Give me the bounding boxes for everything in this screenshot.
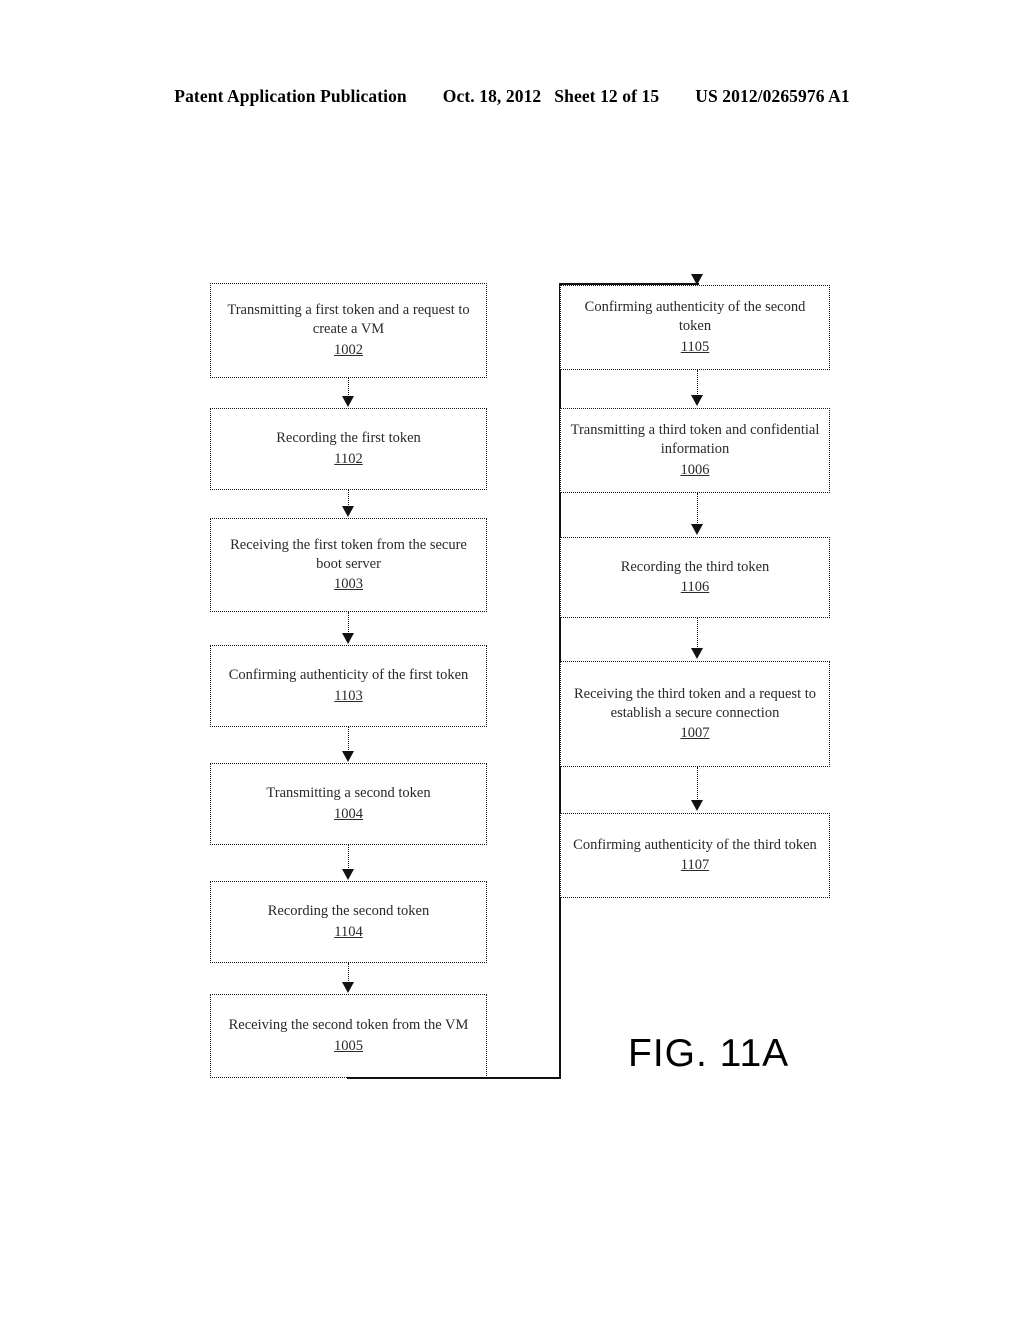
flow-node-1002: Transmitting a first token and a request…: [210, 283, 487, 378]
connector-1002-to-1102: [348, 378, 349, 397]
arrowhead-1104: [342, 869, 354, 880]
arrowhead-1005: [342, 982, 354, 993]
flow-node-1103: Confirming authenticity of the first tok…: [210, 645, 487, 727]
arrowhead-1006: [691, 395, 703, 406]
connector-1106-to-1007: [697, 618, 698, 649]
flow-node-1105: Confirming authenticity of the second to…: [560, 285, 830, 370]
flow-node-1004-ref: 1004: [334, 805, 363, 822]
flow-node-1106-text: Recording the third token: [620, 558, 770, 575]
connector-1006-to-1106: [697, 493, 698, 525]
flow-node-1103-ref: 1103: [334, 687, 363, 704]
flow-node-1004-text: Transmitting a second token: [266, 785, 431, 802]
flow-node-1104-ref: 1104: [334, 923, 363, 940]
flow-node-1106-ref: 1106: [680, 579, 710, 595]
flow-node-1006-text: Transmitting a third token and confident…: [570, 422, 820, 458]
flow-node-1103-text: Confirming authenticity of the first tok…: [228, 667, 469, 684]
connector-1102-to-1003: [348, 490, 349, 507]
flow-node-1007-ref: 1007: [680, 725, 710, 742]
flow-node-1107: Confirming authenticity of the third tok…: [560, 813, 830, 898]
flow-node-1004: Transmitting a second token 1004: [210, 763, 487, 845]
flow-node-1006-ref: 1006: [680, 461, 710, 478]
flowchart-diagram: Transmitting a first token and a request…: [0, 0, 1024, 1320]
connector-1004-to-1104: [348, 845, 349, 870]
flow-node-1102-ref: 1102: [334, 450, 363, 467]
flow-node-1007-text: Receiving the third token and a request …: [574, 685, 816, 721]
flow-node-1005-ref: 1005: [334, 1037, 363, 1054]
figure-label: FIG. 11A: [628, 1032, 790, 1075]
flow-node-1007: Receiving the third token and a request …: [560, 661, 830, 767]
connector-1007-to-1107: [697, 767, 698, 801]
arrowhead-1007: [691, 648, 703, 659]
flow-node-1104: Recording the second token 1104: [210, 881, 487, 963]
flow-node-1003: Receiving the first token from the secur…: [210, 518, 487, 612]
connector-1105-to-1006: [697, 370, 698, 396]
arrowhead-1102: [342, 396, 354, 407]
flow-node-1105-ref: 1105: [680, 338, 710, 355]
connector-1103-to-1004: [348, 727, 349, 752]
flow-node-1107-text: Confirming authenticity of the third tok…: [573, 836, 817, 853]
flow-node-1102: Recording the first token 1102: [210, 408, 487, 490]
flow-node-1105-text: Confirming authenticity of the second to…: [584, 299, 806, 335]
arrowhead-1106: [691, 524, 703, 535]
flow-node-1104-text: Recording the second token: [267, 903, 430, 920]
flow-node-1003-text: Receiving the first token from the secur…: [230, 536, 467, 572]
connector-1005-bottom-horizontal: [347, 1077, 561, 1079]
flow-node-1006: Transmitting a third token and confident…: [560, 408, 830, 493]
arrowhead-1107: [691, 800, 703, 811]
flow-node-1003-ref: 1003: [334, 576, 363, 593]
arrowhead-1105: [691, 274, 703, 285]
flow-node-1002-ref: 1002: [334, 341, 363, 358]
flow-node-1102-text: Recording the first token: [276, 430, 421, 447]
arrowhead-1004: [342, 751, 354, 762]
flow-node-1002-text: Transmitting a first token and a request…: [227, 302, 470, 338]
flow-node-1106: Recording the third token 1106: [560, 537, 830, 618]
connector-1104-to-1005: [348, 963, 349, 983]
flow-node-1005: Receiving the second token from the VM 1…: [210, 994, 487, 1078]
arrowhead-1003: [342, 506, 354, 517]
flow-node-1107-ref: 1107: [680, 857, 710, 873]
connector-1003-to-1103: [348, 612, 349, 634]
arrowhead-1103: [342, 633, 354, 644]
flow-node-1005-text: Receiving the second token from the VM: [228, 1017, 469, 1034]
